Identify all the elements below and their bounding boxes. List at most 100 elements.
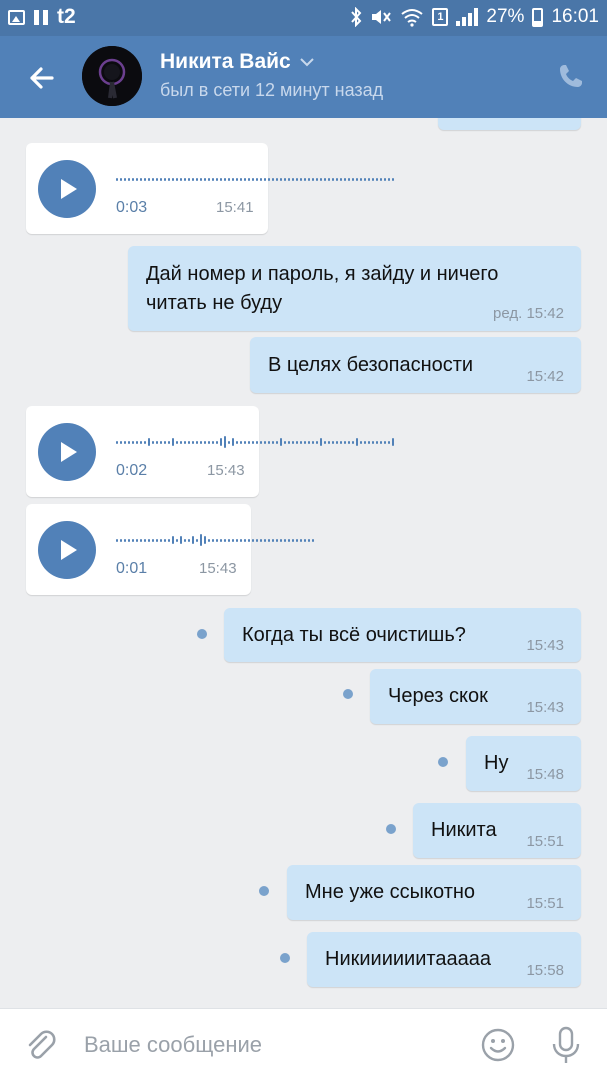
message-feed[interactable]: 0:03 15:41 Дай номер и пароль, я зайду и… (0, 118, 607, 1008)
waveform-bar (164, 440, 166, 444)
waveform-bar (172, 438, 174, 446)
waveform-bar (252, 177, 254, 181)
waveform-bar (288, 177, 290, 181)
waveform-bar (160, 538, 162, 542)
chat-header: Никита Вайс был в сети 12 минут назад (0, 36, 607, 118)
waveform-bar (200, 534, 202, 546)
waveform-bar (336, 177, 338, 181)
avatar-image (82, 46, 142, 106)
waveform-bar (136, 440, 138, 444)
message-bubble[interactable]: Ну 15:48 (466, 736, 581, 791)
waveform-bar (140, 440, 142, 444)
waveform-bar (288, 538, 290, 542)
waveform-bar (220, 177, 222, 181)
waveform-bar (124, 440, 126, 444)
waveform-bar (128, 538, 130, 542)
waveform-bar (140, 177, 142, 181)
waveform-bar (156, 177, 158, 181)
message-bubble[interactable]: В целях безопасности 15:42 (250, 337, 581, 393)
waveform-bar (208, 440, 210, 444)
waveform-bar (388, 177, 390, 181)
waveform-bar (120, 440, 122, 444)
waveform-bar (276, 177, 278, 181)
waveform-bar (144, 440, 146, 444)
microphone-icon[interactable] (548, 1025, 584, 1065)
message-time: ред. 15:42 (493, 305, 564, 322)
waveform-bar (288, 440, 290, 444)
waveform-bar (340, 440, 342, 444)
message-bubble[interactable]: Через скок 15:43 (370, 669, 581, 724)
message-composer (0, 1008, 607, 1080)
waveform-bar (376, 177, 378, 181)
waveform-bar (352, 440, 354, 444)
waveform-bar (332, 440, 334, 444)
waveform-bar (252, 440, 254, 444)
contact-name-row[interactable]: Никита Вайс (160, 50, 315, 74)
voice-message: 0:01 15:43 (26, 504, 314, 595)
phone-icon[interactable] (555, 60, 587, 92)
voice-message: 0:03 15:41 (26, 143, 394, 234)
waveform-bar (376, 440, 378, 444)
waveform-bar (164, 177, 166, 181)
waveform-bar (368, 440, 370, 444)
waveform-bar (300, 440, 302, 444)
unread-indicator (386, 824, 396, 834)
voice-waveform[interactable] (116, 430, 394, 454)
waveform-bar (384, 177, 386, 181)
message-bubble[interactable]: Дай номер и пароль, я зайду и ничего чит… (128, 246, 581, 331)
waveform-bar (200, 177, 202, 181)
waveform-bar (212, 538, 214, 542)
waveform-bar (320, 438, 322, 446)
voice-waveform[interactable] (116, 167, 394, 191)
message-bubble[interactable]: Никита 15:51 (413, 803, 581, 858)
smile-icon[interactable] (480, 1027, 516, 1063)
waveform-bar (296, 177, 298, 181)
waveform-bar (392, 438, 394, 446)
paperclip-icon[interactable] (22, 1027, 58, 1063)
waveform-bar (280, 438, 282, 446)
play-icon[interactable] (38, 160, 96, 218)
waveform-bar (172, 177, 174, 181)
waveform-bar (276, 538, 278, 542)
message-bubble[interactable]: Когда ты всё очистишь? 15:43 (224, 608, 581, 662)
waveform-bar (364, 440, 366, 444)
status-clock: 16:01 (551, 6, 599, 27)
waveform-bar (176, 440, 178, 444)
avatar[interactable] (82, 46, 142, 106)
message-time: 15:48 (526, 766, 564, 783)
waveform-bar (128, 440, 130, 444)
waveform-bar (256, 440, 258, 444)
waveform-bar (152, 440, 154, 444)
waveform-bar (204, 177, 206, 181)
waveform-bar (156, 538, 158, 542)
message-bubble[interactable]: Мне уже ссыкотно 15:51 (287, 865, 581, 920)
waveform-bar (236, 538, 238, 542)
voice-message: 0:02 15:43 (26, 406, 394, 497)
waveform-bar (252, 538, 254, 542)
message-input[interactable] (84, 1025, 464, 1065)
waveform-bar (216, 177, 218, 181)
waveform-bar (212, 440, 214, 444)
waveform-bar (244, 177, 246, 181)
waveform-bar (316, 440, 318, 444)
waveform-bar (148, 538, 150, 542)
waveform-bar (164, 538, 166, 542)
waveform-bar (228, 177, 230, 181)
waveform-bar (132, 177, 134, 181)
battery-icon (532, 7, 544, 27)
waveform-bar (228, 440, 230, 444)
waveform-bar (216, 538, 218, 542)
message-time: 15:43 (199, 560, 237, 577)
waveform-bar (260, 177, 262, 181)
waveform-bar (308, 538, 310, 542)
voice-waveform[interactable] (116, 528, 314, 552)
back-arrow-icon[interactable] (22, 58, 62, 98)
waveform-bar (144, 538, 146, 542)
play-icon[interactable] (38, 521, 96, 579)
play-icon[interactable] (38, 423, 96, 481)
waveform-bar (336, 440, 338, 444)
message-time: 15:42 (526, 368, 564, 385)
message-bubble[interactable]: Никиииииитааааа 15:58 (307, 932, 581, 987)
waveform-bar (264, 538, 266, 542)
message-text: Ну (484, 752, 509, 774)
